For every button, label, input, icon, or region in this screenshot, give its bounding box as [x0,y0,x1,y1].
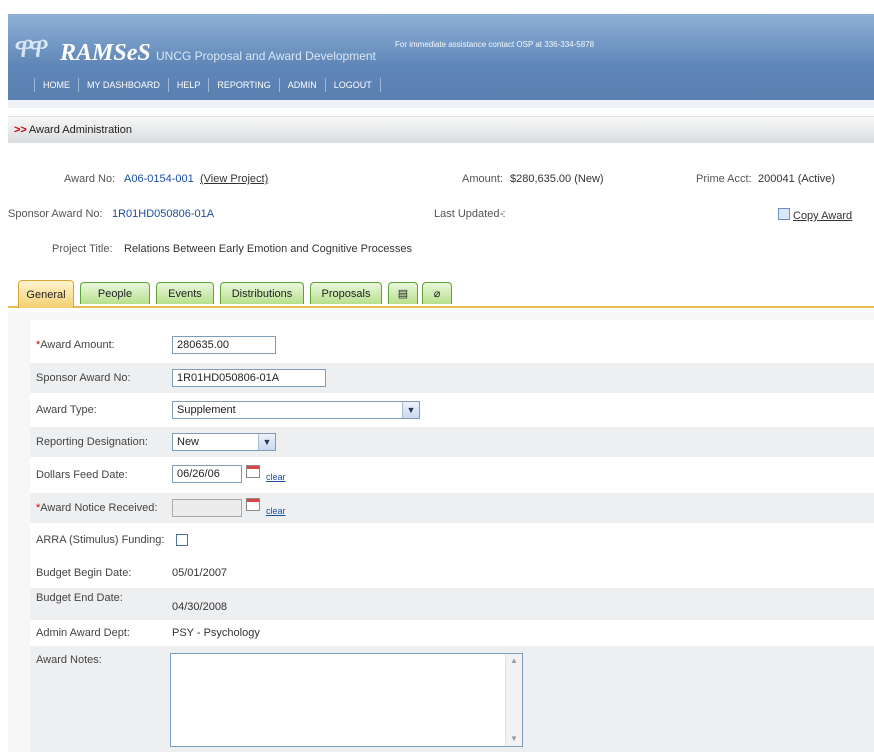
main-nav: HOME MY DASHBOARD HELP REPORTING ADMIN L… [34,78,381,92]
tab-distributions[interactable]: Distributions [220,282,304,304]
prime-acct-value: 200041 (Active) [758,173,836,185]
notice-received-label: Award Notice Received: [40,502,158,514]
award-amount-label: Award Amount: [40,339,115,351]
award-no-label: Award No: [64,173,116,185]
budget-begin-label: Budget Begin Date: [36,567,132,579]
notes-scrollbar[interactable]: ▲ ▼ [505,654,522,746]
row-admin-dept: Admin Award Dept: PSY - Psychology [30,620,874,646]
award-notes-textarea[interactable]: ▲ ▼ [170,653,523,747]
row-award-amount: *Award Amount: 280635.00 [30,332,874,358]
app-brand: RAMSeS [60,40,151,66]
copy-award-label: Copy Award [793,210,853,222]
sponsor-award-value: 1R01HD050806-01A [112,208,215,220]
prime-acct-label: Prime Acct: [696,173,752,185]
sponsor-award-no-label: Sponsor Award No: [36,372,131,384]
tab-events[interactable]: Events [156,282,214,304]
tab-notes[interactable]: ▤ [388,282,418,304]
row-dollars-feed: Dollars Feed Date: 06/26/06 clear [30,460,874,490]
reporting-designation-label: Reporting Designation: [36,436,148,448]
row-sponsor-award: Sponsor Award No: 1R01HD050806-01A [30,363,874,393]
amount-label: Amount: [462,173,503,185]
assistance-text: For immediate assistance contact OSP at … [395,40,595,49]
award-info-row-3: Project Title: Relations Between Early E… [8,236,874,262]
section-title: Award Administration [28,124,132,136]
row-reporting: Reporting Designation: New ▼ [30,427,874,457]
admin-dept-value: PSY - Psychology [172,627,260,639]
dollars-feed-label: Dollars Feed Date: [36,469,128,481]
tab-bar: General People Events Distributions Prop… [8,270,874,308]
row-budget-end: Budget End Date: 04/30/2008 [30,588,874,620]
award-amount-input[interactable]: 280635.00 [172,336,276,354]
reporting-value: New [177,436,200,448]
amount-value: $280,635.00 (New) [510,173,604,185]
award-no-value: A06-0154-001 [124,173,194,185]
nav-help[interactable]: HELP [167,78,209,92]
award-info-row-1: Award No: A06-0154-001 (View Project) Am… [8,166,874,192]
notice-received-input[interactable] [172,499,242,517]
chevron-down-icon: ▼ [402,402,419,418]
row-notice-received: *Award Notice Received: clear [30,493,874,523]
admin-dept-label: Admin Award Dept: [36,627,130,639]
nav-dashboard[interactable]: MY DASHBOARD [78,78,168,92]
arra-checkbox[interactable] [176,534,188,546]
project-title-label: Project Title: [52,243,113,255]
nav-admin[interactable]: ADMIN [278,78,325,92]
notice-clear-link[interactable]: clear [266,506,286,516]
attachment-icon: ⌀ [433,288,441,300]
dollars-feed-clear-link[interactable]: clear [266,472,286,482]
sponsor-award-label: Sponsor Award No: [8,208,103,220]
nav-reporting[interactable]: REPORTING [208,78,278,92]
calendar-icon[interactable] [246,498,260,511]
scroll-down-icon[interactable]: ▼ [506,732,522,746]
copy-award-link[interactable]: Copy Award [778,208,852,222]
row-award-type: Award Type: Supplement ▼ [30,396,874,424]
calendar-icon[interactable] [246,465,260,478]
row-budget-begin: Budget Begin Date: 05/01/2007 [30,558,874,588]
budget-end-value: 04/30/2008 [172,601,228,613]
tab-general[interactable]: General [18,280,74,308]
arra-label: ARRA (Stimulus) Funding: [36,534,165,546]
last-updated-label: Last Updated : [434,208,506,220]
app-subtitle: UNCG Proposal and Award Development [156,49,376,63]
nav-home[interactable]: HOME [34,78,78,92]
nav-logout[interactable]: LOGOUT [324,78,381,92]
sponsor-award-input[interactable]: 1R01HD050806-01A [172,369,326,387]
reporting-designation-select[interactable]: New ▼ [172,433,276,451]
row-arra: ARRA (Stimulus) Funding: [30,526,874,554]
tab-proposals[interactable]: Proposals [310,282,382,304]
last-updated-value: - [500,208,504,220]
project-title-value: Relations Between Early Emotion and Cogn… [124,243,412,255]
budget-end-label: Budget End Date: [36,592,123,604]
scroll-up-icon[interactable]: ▲ [506,654,522,668]
dollars-feed-input[interactable]: 06/26/06 [172,465,242,483]
view-project-link[interactable]: (View Project) [200,173,268,185]
header-divider [8,100,874,108]
award-type-value: Supplement [177,404,236,416]
document-icon: ▤ [397,288,409,300]
app-header: ዋዋ RAMSeS UNCG Proposal and Award Develo… [8,14,874,100]
award-type-select[interactable]: Supplement ▼ [172,401,420,419]
budget-begin-value: 05/01/2007 [172,567,228,579]
copy-icon [778,208,790,220]
award-notes-label: Award Notes: [36,654,102,666]
logo-icon: ዋዋ [14,30,49,65]
tab-people[interactable]: People [80,282,150,304]
tab-attachments[interactable]: ⌀ [422,282,452,304]
section-header: >> Award Administration [8,116,874,143]
award-info-row-2: Sponsor Award No: 1R01HD050806-01A Last … [8,201,874,227]
award-type-label: Award Type: [36,404,97,416]
chevron-right-icon: >> [14,124,27,136]
chevron-down-icon: ▼ [258,434,275,450]
